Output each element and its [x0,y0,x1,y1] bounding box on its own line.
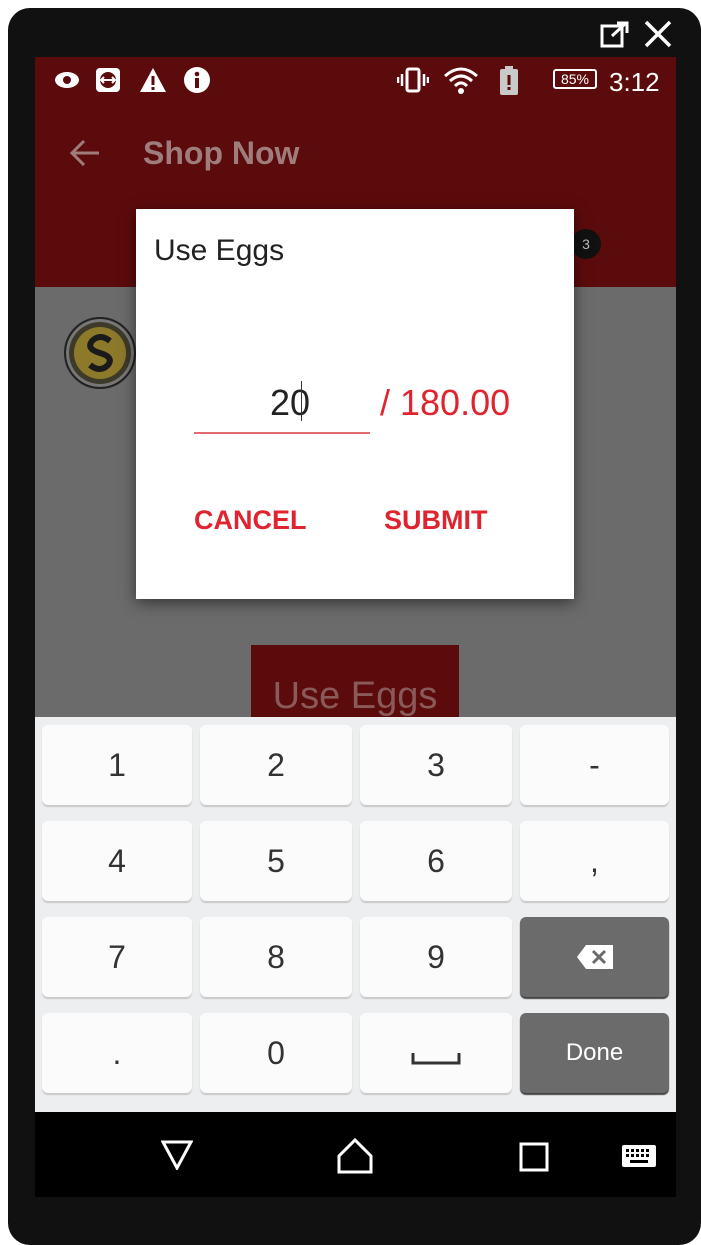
key-7[interactable]: 7 [42,917,192,997]
app-title: Shop Now [143,135,300,171]
nav-home-icon[interactable] [337,1138,373,1174]
brand-logo-mark [74,327,126,379]
cart-count-badge[interactable]: 3 [571,229,601,259]
key-minus[interactable]: - [520,725,669,805]
nav-back-icon[interactable] [161,1140,193,1170]
key-4[interactable]: 4 [42,821,192,901]
text-caret [301,381,302,421]
battery-alert-icon [500,66,518,95]
submit-button[interactable]: SUBMIT [384,505,488,536]
quantity-input[interactable] [194,374,370,434]
key-9[interactable]: 9 [360,917,512,997]
warning-icon [140,68,166,92]
eye-icon [55,72,79,88]
vibrate-icon [397,67,429,93]
navigation-bar [35,1112,676,1197]
close-icon[interactable] [642,18,674,50]
key-backspace[interactable] [520,917,669,997]
key-5[interactable]: 5 [200,821,352,901]
battery-percent: 85% [553,69,597,89]
cancel-button[interactable]: CANCEL [194,505,307,536]
key-3[interactable]: 3 [360,725,512,805]
use-eggs-dialog: Use Eggs / 180.00 CANCEL SUBMIT [136,209,574,599]
key-0[interactable]: 0 [200,1013,352,1093]
key-6[interactable]: 6 [360,821,512,901]
logo-s-icon [87,334,113,372]
nav-recents-icon[interactable] [519,1142,549,1172]
quantity-total: / 180.00 [380,382,511,423]
use-eggs-button[interactable]: Use Eggs [251,645,459,720]
key-8[interactable]: 8 [200,917,352,997]
key-1[interactable]: 1 [42,725,192,805]
wifi-icon [444,67,478,94]
status-bar: 85% 3:12 [35,57,676,104]
use-eggs-button-label: Use Eggs [272,675,438,717]
key-period[interactable]: . [42,1013,192,1093]
back-arrow-icon[interactable] [69,139,101,167]
keyboard-icon[interactable] [621,1144,657,1168]
key-space[interactable] [360,1013,512,1093]
battery-percent-text: 85% [560,71,590,87]
key-done[interactable]: Done [520,1013,669,1093]
backspace-icon [577,945,613,969]
key-comma[interactable]: , [520,821,669,901]
popout-icon[interactable] [600,20,630,50]
dialog-title: Use Eggs [154,234,285,267]
status-time: 3:12 [609,67,660,97]
teamviewer-icon [96,68,120,92]
key-2[interactable]: 2 [200,725,352,805]
brand-logo [64,317,136,389]
phone-screen: 85% 3:12 Shop Now 3 Use Eggs Use Eggs / … [35,57,676,1197]
numeric-keyboard: 1 2 3 - 4 5 6 , 7 8 9 . 0 Done [35,717,676,1112]
info-icon [184,67,210,93]
space-icon [411,1053,461,1065]
